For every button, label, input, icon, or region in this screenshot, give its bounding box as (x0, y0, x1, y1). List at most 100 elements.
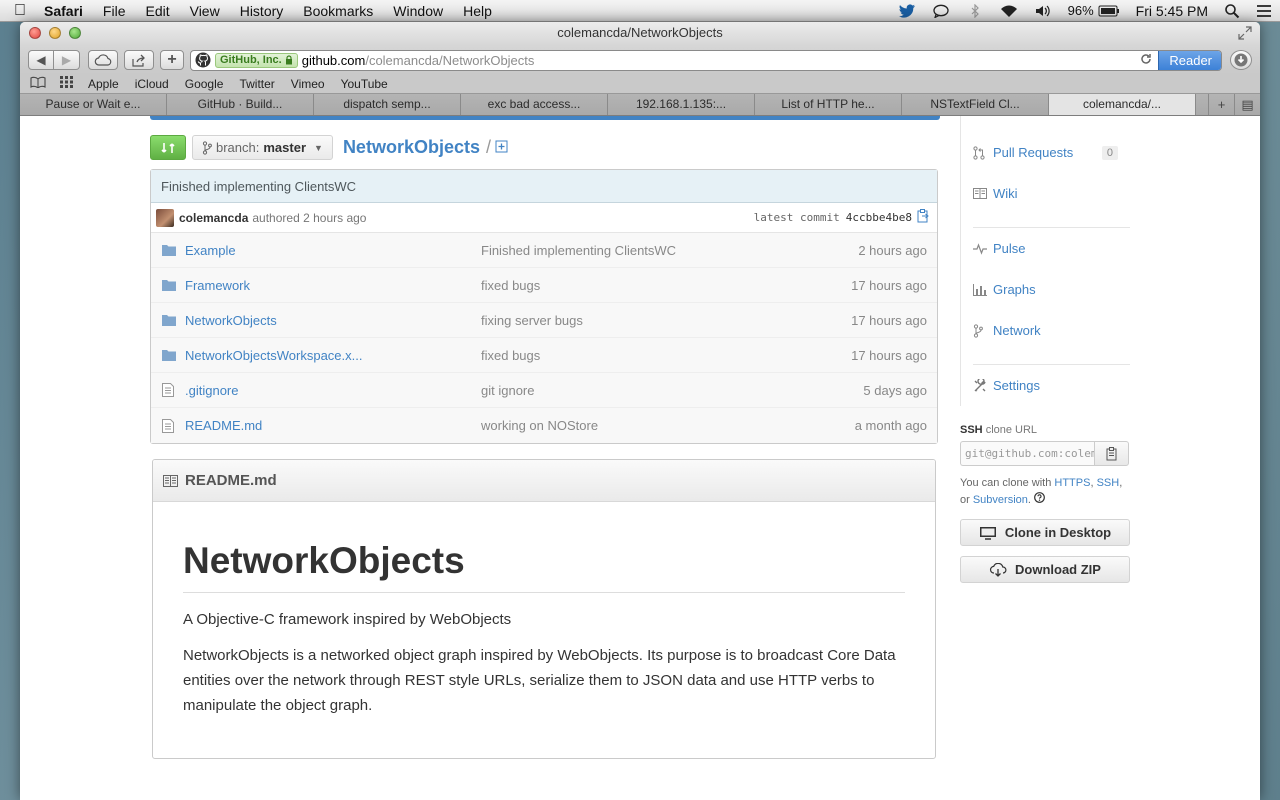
file-commit-message[interactable]: fixed bugs (481, 278, 781, 293)
compare-icon (161, 142, 175, 153)
file-commit-message[interactable]: working on NOStore (481, 418, 781, 433)
file-name-link[interactable]: Framework (185, 278, 481, 293)
file-text-icon (162, 383, 176, 397)
back-button[interactable]: ◀ (28, 50, 54, 70)
menu-history[interactable]: History (230, 0, 294, 22)
tab-bar: Pause or Wait e... GitHub · Build... dis… (20, 94, 1260, 116)
address-bar[interactable]: GitHub, Inc. github.com /colemancda/Netw… (190, 49, 1222, 71)
commit-title[interactable]: Finished implementing ClientsWC (151, 170, 937, 203)
messages-icon[interactable] (932, 4, 950, 18)
file-commit-message[interactable]: Finished implementing ClientsWC (481, 243, 781, 258)
show-all-tabs-icon[interactable]: ▤ (1234, 94, 1260, 115)
ev-certificate-badge[interactable]: GitHub, Inc. (215, 52, 298, 68)
reader-button[interactable]: Reader (1158, 50, 1221, 70)
menu-window[interactable]: Window (383, 0, 453, 22)
file-name-link[interactable]: .gitignore (185, 383, 481, 398)
repo-breadcrumb-link[interactable]: NetworkObjects (343, 137, 480, 158)
clone-https-link[interactable]: HTTPS (1054, 477, 1090, 489)
battery-icon[interactable] (1098, 5, 1120, 17)
compare-review-button[interactable] (150, 135, 186, 160)
downloads-button[interactable] (1230, 50, 1252, 70)
sidebar-item-graphs[interactable]: Graphs (961, 269, 1130, 310)
file-row: NetworkObjects fixing server bugs 17 hou… (151, 303, 937, 338)
commit-authored-time: authored 2 hours ago (252, 210, 367, 225)
new-tab-button[interactable]: + (160, 50, 184, 70)
tab-nstextfield[interactable]: NSTextField Cl... (902, 94, 1049, 115)
bookmark-icloud[interactable]: iCloud (135, 77, 169, 91)
menu-help[interactable]: Help (453, 0, 502, 22)
download-zip-button[interactable]: Download ZIP (960, 556, 1130, 583)
bluetooth-icon[interactable] (966, 3, 984, 18)
menu-file[interactable]: File (93, 0, 136, 22)
sidebar-item-wiki[interactable]: Wiki (961, 173, 1130, 214)
tab-dispatch-semaphore[interactable]: dispatch semp... (314, 94, 461, 115)
tab-pause-or-wait[interactable]: Pause or Wait e... (20, 94, 167, 115)
bookmark-vimeo[interactable]: Vimeo (291, 77, 325, 91)
sidebar-item-network[interactable]: Network (961, 310, 1130, 351)
sidebar-item-label: Wiki (993, 186, 1018, 201)
minimize-window-button[interactable] (49, 27, 61, 39)
file-name-link[interactable]: README.md (185, 418, 481, 433)
tab-http-headers[interactable]: List of HTTP he... (755, 94, 902, 115)
fullscreen-icon[interactable] (1238, 26, 1252, 40)
new-file-icon[interactable] (495, 140, 508, 156)
new-tab-plus-icon[interactable]: + (1208, 94, 1234, 115)
sidebar-item-settings[interactable]: Settings (961, 365, 1130, 406)
reading-list-icon[interactable] (30, 76, 46, 91)
twitter-icon[interactable] (898, 3, 916, 18)
menu-app-name[interactable]: Safari (40, 0, 93, 22)
branch-selector[interactable]: branch: master ▼ (192, 135, 333, 160)
commit-author[interactable]: colemancda (179, 211, 248, 225)
commit-sha-link[interactable]: 4ccbbe4be8 (846, 211, 912, 224)
file-commit-message[interactable]: fixing server bugs (481, 313, 781, 328)
github-favicon-icon (195, 52, 211, 68)
clone-ssh-link[interactable]: SSH (1097, 477, 1120, 489)
menu-bookmarks[interactable]: Bookmarks (293, 0, 383, 22)
zoom-window-button[interactable] (69, 27, 81, 39)
sidebar-divider (973, 214, 1130, 228)
file-name-link[interactable]: Example (185, 243, 481, 258)
bookmark-twitter[interactable]: Twitter (239, 77, 274, 91)
chevron-down-icon: ▼ (314, 142, 323, 153)
menubar-clock[interactable]: Fri 5:45 PM (1136, 3, 1208, 19)
clipboard-icon[interactable] (917, 209, 929, 226)
bookmark-apple[interactable]: Apple (88, 77, 119, 91)
file-commit-message[interactable]: fixed bugs (481, 348, 781, 363)
menu-edit[interactable]: Edit (135, 0, 179, 22)
sidebar-item-pull-requests[interactable]: Pull Requests 0 (961, 132, 1130, 173)
apple-menu-icon[interactable]:  (0, 2, 40, 20)
top-sites-icon[interactable] (60, 76, 74, 91)
reload-icon[interactable] (1140, 53, 1152, 68)
menu-view[interactable]: View (180, 0, 230, 22)
tab-github-build[interactable]: GitHub · Build... (167, 94, 314, 115)
battery-percent[interactable]: 96% (1068, 3, 1094, 18)
tab-local-server[interactable]: 192.168.1.135:... (608, 94, 755, 115)
clone-in-desktop-button[interactable]: Clone in Desktop (960, 519, 1130, 546)
question-icon[interactable] (1034, 492, 1045, 506)
desktop-icon (979, 526, 996, 540)
clone-in-desktop-label: Clone in Desktop (1004, 525, 1112, 540)
bookmark-youtube[interactable]: YouTube (341, 77, 388, 91)
clone-subversion-link[interactable]: Subversion (973, 494, 1028, 506)
file-name-link[interactable]: NetworkObjectsWorkspace.x... (185, 348, 481, 363)
share-button[interactable] (124, 50, 154, 70)
tab-exc-bad-access[interactable]: exc bad access... (461, 94, 608, 115)
icloud-tabs-button[interactable] (88, 50, 118, 70)
wifi-icon[interactable] (1000, 4, 1018, 18)
clone-url-input[interactable]: git@github.com:colemancda/NetworkObjects… (960, 441, 1094, 466)
file-commit-message[interactable]: git ignore (481, 383, 781, 398)
spotlight-icon[interactable] (1224, 3, 1240, 19)
folder-icon (162, 314, 176, 326)
readme-tagline: A Objective-C framework inspired by WebO… (183, 611, 512, 628)
avatar[interactable] (156, 208, 174, 227)
bookmark-google[interactable]: Google (185, 77, 224, 91)
branch-name: master (263, 140, 307, 155)
volume-icon[interactable] (1034, 4, 1052, 18)
file-name-link[interactable]: NetworkObjects (185, 313, 481, 328)
copy-clone-url-button[interactable] (1094, 441, 1129, 466)
tab-colemancda[interactable]: colemancda/... (1049, 94, 1196, 115)
sidebar-item-pulse[interactable]: Pulse (961, 228, 1130, 269)
notification-center-icon[interactable] (1256, 4, 1272, 18)
close-window-button[interactable] (29, 27, 41, 39)
forward-button[interactable]: ▶ (54, 50, 80, 70)
